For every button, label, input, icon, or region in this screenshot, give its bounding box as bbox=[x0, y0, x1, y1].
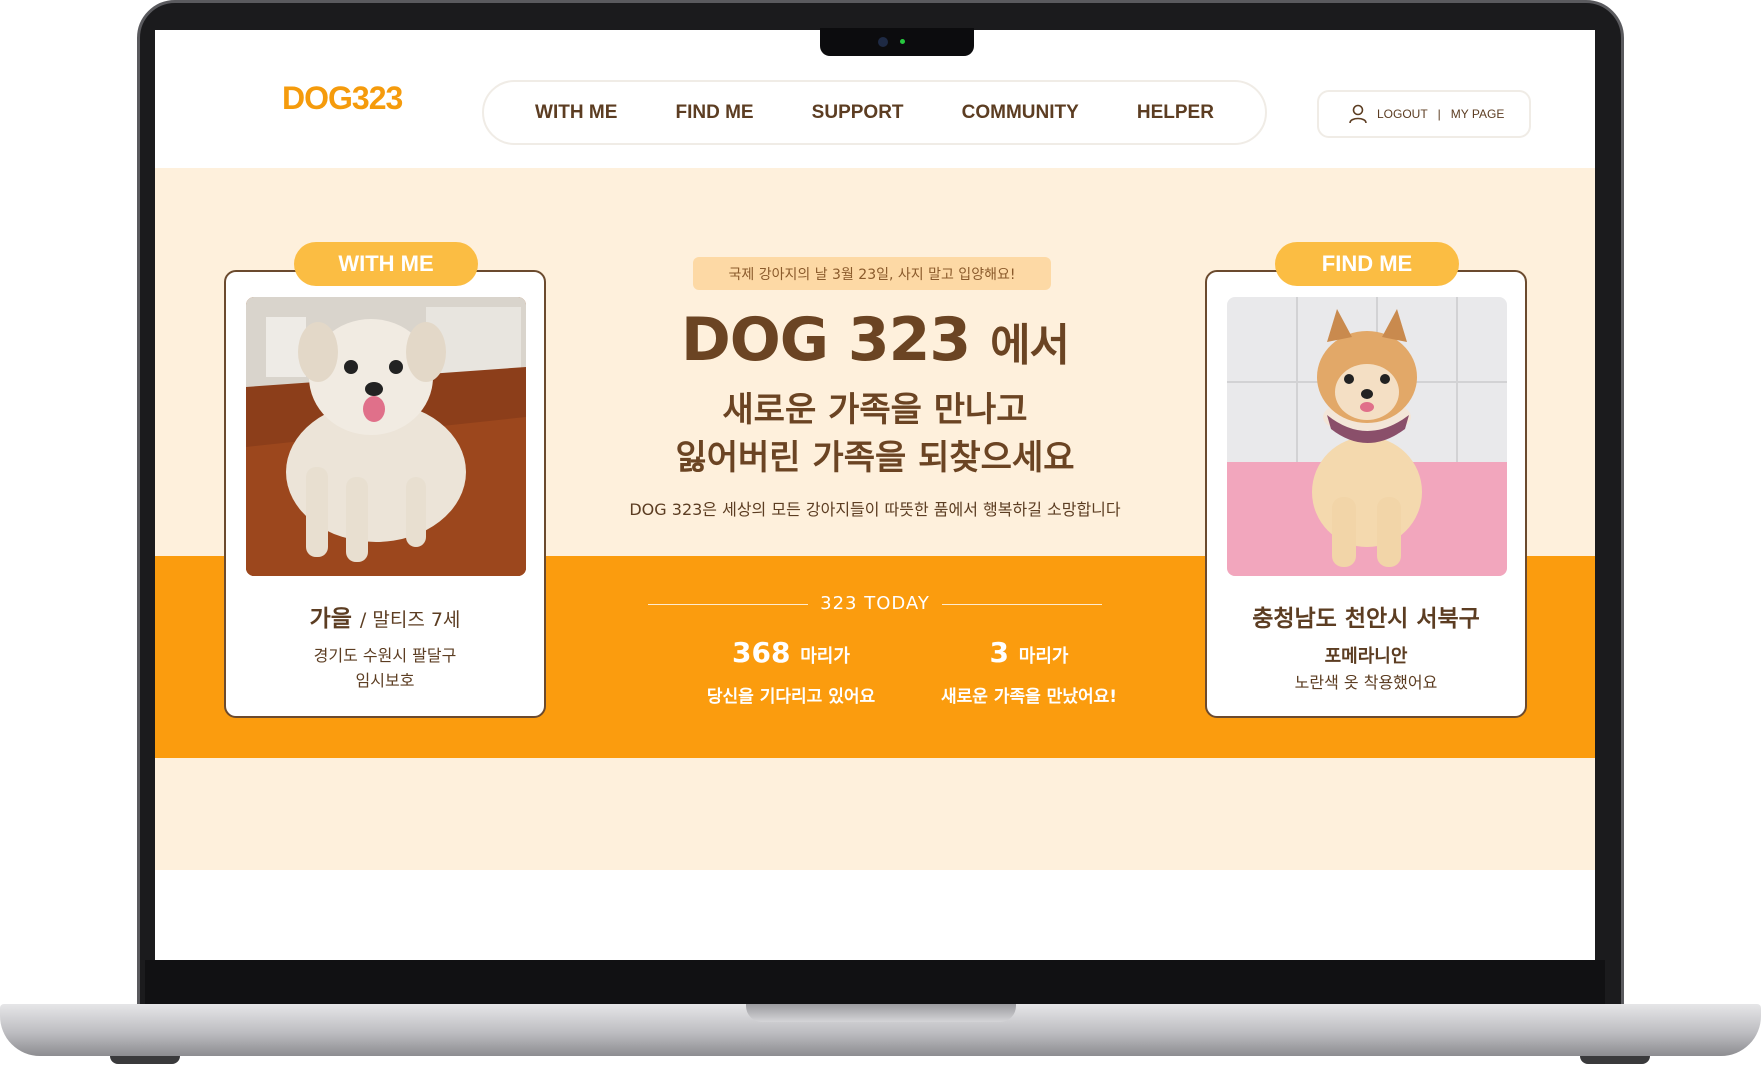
divider-line bbox=[648, 604, 808, 605]
dog-photo-maltese bbox=[246, 297, 526, 576]
found-breed: 포메라니안 bbox=[1324, 646, 1408, 667]
nav-helper[interactable]: HELPER bbox=[1129, 96, 1222, 130]
stat-caption: 당신을 기다리고 있어요 bbox=[706, 687, 876, 707]
hero-title-suffix: 에서 bbox=[990, 320, 1070, 371]
hero-title-main: DOG 323 bbox=[680, 305, 971, 375]
stat-number: 3 bbox=[989, 636, 1010, 669]
hero-background-bottom bbox=[155, 758, 1595, 870]
camera-led bbox=[900, 39, 905, 44]
notice-pill: 국제 강아지의 날 3월 23일, 사지 말고 입양해요! bbox=[693, 257, 1051, 290]
nav-find-me[interactable]: FIND ME bbox=[667, 96, 761, 130]
with-me-tag[interactable]: WITH ME bbox=[294, 242, 478, 286]
laptop-foot bbox=[1580, 1056, 1650, 1064]
nav-with-me[interactable]: WITH ME bbox=[527, 96, 625, 130]
stat-number-line: 368 마리가 bbox=[671, 636, 911, 669]
user-icon bbox=[1349, 104, 1367, 124]
found-description: 노란색 옷 착용했어요 bbox=[1294, 673, 1438, 692]
dog-status: 임시보호 bbox=[355, 671, 415, 690]
camera-notch bbox=[820, 28, 974, 56]
with-me-card[interactable]: WITH ME 가을 / 말티즈 7세 경기도 수원시 팔달구 임시보호 bbox=[224, 242, 546, 718]
mypage-link[interactable]: MY PAGE bbox=[1451, 107, 1505, 121]
screen: DOG323 WITH ME FIND ME SUPPORT COMMUNITY… bbox=[155, 30, 1595, 960]
dog-breed-age: / 말티즈 7세 bbox=[359, 609, 461, 631]
nav-community[interactable]: COMMUNITY bbox=[954, 96, 1087, 130]
found-region: 충청남도 천안시 서북구 bbox=[1252, 606, 1480, 632]
stat-number-line: 3 마리가 bbox=[909, 636, 1149, 669]
laptop-foot bbox=[110, 1056, 180, 1064]
camera-icon bbox=[878, 37, 888, 47]
dog-photo-pomeranian bbox=[1227, 297, 1507, 576]
laptop-bezel bbox=[145, 960, 1605, 1004]
nav-support[interactable]: SUPPORT bbox=[804, 96, 912, 130]
user-menu: LOGOUT | MY PAGE bbox=[1317, 90, 1531, 138]
today-label: 323 TODAY bbox=[820, 593, 930, 614]
stat-unit: 마리가 bbox=[800, 646, 850, 667]
dog-location: 경기도 수원시 팔달구 bbox=[313, 646, 457, 665]
dog-name: 가을 bbox=[309, 606, 352, 632]
divider-line bbox=[942, 604, 1102, 605]
main-nav: WITH ME FIND ME SUPPORT COMMUNITY HELPER bbox=[482, 80, 1267, 145]
menu-separator: | bbox=[1437, 107, 1441, 121]
stat-unit: 마리가 bbox=[1018, 646, 1069, 667]
find-me-tag[interactable]: FIND ME bbox=[1275, 242, 1459, 286]
dog-name-line: 가을 / 말티즈 7세 bbox=[226, 599, 544, 633]
find-me-card[interactable]: FIND ME 충청남도 천안시 서북구 포메라니안 노란색 옷 착용했어요 bbox=[1205, 242, 1527, 718]
laptop-opening-notch bbox=[746, 1004, 1016, 1022]
stat-number: 368 bbox=[732, 636, 791, 669]
logout-link[interactable]: LOGOUT bbox=[1377, 107, 1428, 121]
logo-text: DOG323 bbox=[282, 80, 403, 116]
site-logo[interactable]: DOG323 bbox=[282, 80, 403, 117]
stat-caption: 새로운 가족을 만났어요! bbox=[941, 687, 1117, 707]
